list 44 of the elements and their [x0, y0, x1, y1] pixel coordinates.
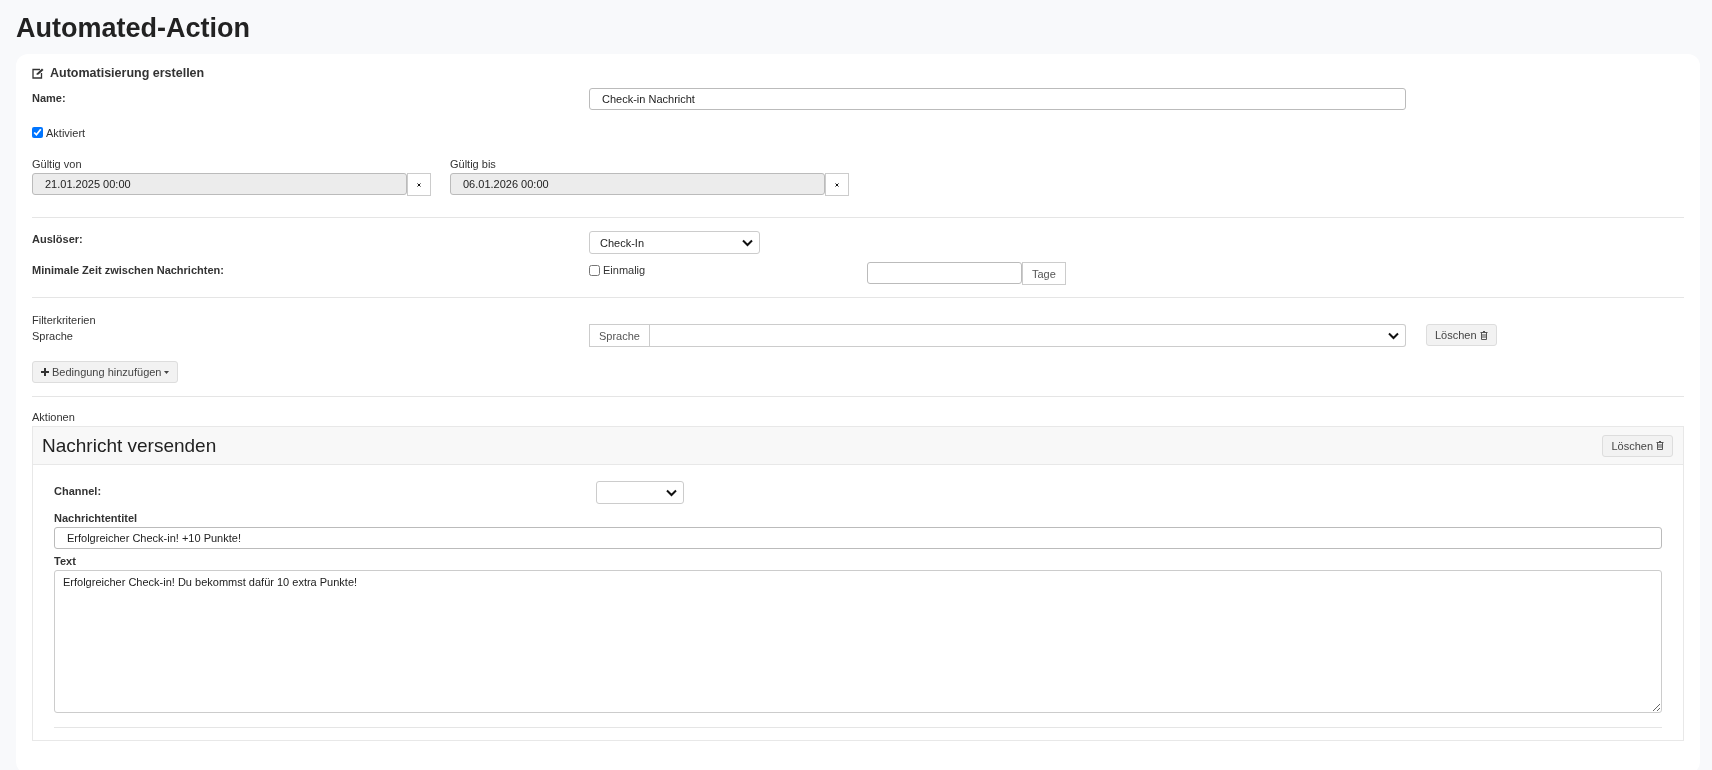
trash-icon: [1656, 441, 1664, 450]
date-label: Gültig bis: [450, 158, 497, 170]
activated-checkbox[interactable]: [32, 127, 43, 138]
name-field[interactable]: Check-in Nachricht: [589, 88, 1406, 110]
filter-addon: Sprache: [589, 324, 650, 347]
add-condition-button[interactable]: Bedingung hinzufügen: [32, 361, 179, 383]
once-checkbox[interactable]: [589, 264, 600, 276]
delete-button[interactable]: Löschen: [1426, 324, 1497, 346]
clear-date-button[interactable]: [407, 173, 431, 196]
delete-button[interactable]: Löschen: [1602, 434, 1673, 457]
filter-label: Sprache: [32, 330, 74, 342]
edit-icon: [32, 67, 44, 79]
days-unit: Tage: [1022, 262, 1066, 285]
clear-date-button[interactable]: [825, 173, 849, 196]
channel-select[interactable]: [596, 481, 684, 504]
actions-title: Aktionen: [32, 411, 76, 423]
chevron-down-icon: [666, 488, 677, 497]
plus-icon: [41, 368, 49, 376]
days-field[interactable]: [867, 262, 1022, 284]
page-title: Automated-Action: [16, 12, 251, 44]
filter-select[interactable]: [650, 324, 1406, 347]
close-icon: [835, 180, 839, 189]
trigger-label: Auslöser:: [32, 233, 84, 245]
text-label: Text: [54, 555, 77, 567]
trigger-select[interactable]: Check-In: [589, 231, 760, 254]
activated-label: Aktiviert: [46, 126, 86, 139]
subject-field[interactable]: Erfolgreicher Check-in! +10 Punkte!: [54, 527, 1662, 549]
close-icon: [417, 180, 421, 189]
subject-label: Nachrichtentitel: [54, 512, 139, 524]
date-label: Gültig von: [32, 158, 83, 170]
name-label: Name:: [32, 92, 67, 104]
channel-label: Channel:: [54, 485, 103, 497]
message-text-field[interactable]: Erfolgreicher Check-in! Du bekommst dafür 10 extra Punkte!: [54, 570, 1662, 713]
card-title: Automatisierung erstellen: [50, 66, 205, 80]
once-label: Einmalig: [603, 264, 646, 276]
caret-icon: [164, 370, 170, 374]
filter-title: Filterkriterien: [32, 314, 97, 326]
panel-title: Nachricht versenden: [42, 434, 217, 457]
chevron-down-icon: [742, 238, 753, 247]
date-field[interactable]: 21.01.2025 00:00: [32, 173, 407, 195]
date-field[interactable]: 06.01.2026 00:00: [450, 173, 825, 195]
min-time-label: Minimale Zeit zwischen Nachrichten:: [32, 264, 225, 276]
chevron-down-icon: [1388, 331, 1399, 340]
trash-icon: [1479, 330, 1488, 340]
